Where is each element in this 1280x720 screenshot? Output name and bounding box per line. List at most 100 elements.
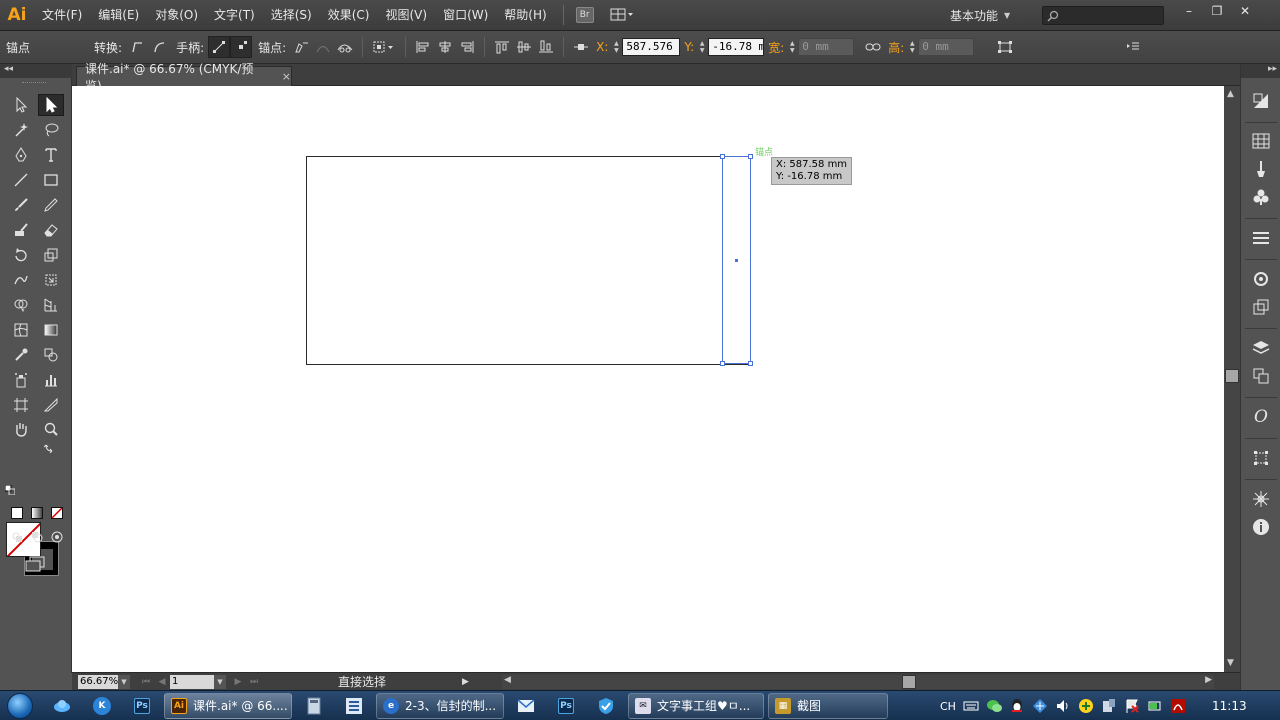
panel-grip[interactable] — [22, 82, 46, 85]
help-search-input[interactable] — [1042, 6, 1164, 25]
artboards-panel-icon[interactable] — [1250, 365, 1272, 387]
flag-icon[interactable] — [1124, 698, 1140, 714]
qq-icon[interactable] — [1009, 698, 1025, 714]
hide-handles-button[interactable] — [230, 36, 253, 58]
align-left-button[interactable] — [412, 36, 434, 58]
character-panel-icon[interactable]: O — [1250, 406, 1272, 428]
gradient-tool[interactable] — [38, 319, 64, 341]
align-vcenter-button[interactable] — [513, 36, 535, 58]
rotate-tool[interactable] — [8, 244, 34, 266]
cut-path-button[interactable] — [334, 36, 356, 58]
remove-anchor-button[interactable] — [290, 36, 312, 58]
perspective-grid-tool[interactable] — [38, 294, 64, 316]
menu-effect[interactable]: 效果(C) — [320, 0, 378, 31]
menu-select[interactable]: 选择(S) — [263, 0, 320, 31]
bridge-button[interactable]: Br — [575, 7, 594, 23]
prev-artboard-icon[interactable]: ◀ — [154, 677, 170, 687]
anchor-point[interactable] — [720, 361, 725, 366]
menu-file[interactable]: 文件(F) — [34, 0, 90, 31]
free-transform-tool[interactable] — [38, 269, 64, 291]
navigator-panel-icon[interactable] — [1250, 488, 1272, 510]
screen-mode-button[interactable] — [22, 554, 48, 574]
isolate-button[interactable] — [369, 36, 399, 58]
menu-type[interactable]: 文字(T) — [206, 0, 263, 31]
zoom-field[interactable]: 66.67% — [78, 674, 118, 689]
volume-icon[interactable] — [1055, 698, 1071, 714]
direct-selection-tool[interactable] — [38, 94, 64, 116]
magic-wand-tool[interactable] — [8, 119, 34, 141]
taskbar-pin-browser[interactable] — [44, 692, 80, 720]
layers-panel-icon[interactable] — [1250, 337, 1272, 359]
info-panel-icon[interactable] — [1250, 516, 1272, 538]
chevron-down-icon[interactable]: ▼ — [118, 674, 130, 689]
clock[interactable]: 11:13 — [1212, 691, 1247, 720]
align-bottom-button[interactable] — [535, 36, 557, 58]
brushes-panel-icon[interactable] — [1250, 158, 1272, 180]
appearance-panel-icon[interactable] — [1250, 268, 1272, 290]
scroll-right-icon[interactable]: ▶ — [1205, 675, 1212, 685]
taskbar-pin-photoshop[interactable]: Ps — [124, 692, 160, 720]
taskbar-task-chat[interactable]: ✉ 文字事工组♥ㅁ... — [628, 692, 764, 719]
symbol-sprayer-tool[interactable] — [8, 369, 34, 391]
tools-collapse-bar[interactable]: ◂◂ — [0, 64, 72, 78]
symbols-panel-icon[interactable] — [1250, 186, 1272, 208]
draw-inside-button[interactable] — [48, 529, 66, 545]
acrobat-icon[interactable] — [1170, 698, 1186, 714]
graphic-styles-panel-icon[interactable] — [1250, 296, 1272, 318]
transform-panel-button[interactable] — [994, 36, 1016, 58]
scroll-thumb[interactable] — [1225, 369, 1239, 383]
y-coordinate-field[interactable]: -16.78 mm — [708, 38, 765, 56]
paintbrush-tool[interactable] — [8, 194, 34, 216]
last-artboard-icon[interactable]: ⏭ — [246, 677, 262, 687]
close-button[interactable]: ✕ — [1231, 0, 1259, 22]
hand-tool[interactable] — [8, 418, 34, 440]
taskbar-task-browser[interactable]: e 2-3、信封的制... — [376, 692, 504, 719]
connect-anchors-button[interactable] — [312, 36, 334, 58]
align-top-button[interactable] — [491, 36, 513, 58]
eyedropper-tool[interactable] — [8, 344, 34, 366]
document-tab[interactable]: 课件.ai* @ 66.67% (CMYK/预览) × — [76, 62, 292, 93]
rectangle-tool[interactable] — [38, 169, 64, 191]
taskbar-pin-calculator[interactable] — [296, 692, 332, 720]
column-graph-tool[interactable] — [38, 369, 64, 391]
taskbar-task-illustrator[interactable]: Ai 课件.ai* @ 66.... — [164, 692, 292, 719]
color-mode-button[interactable] — [8, 504, 26, 522]
taskbar-pin-k[interactable]: K — [84, 692, 120, 720]
chevron-down-icon[interactable]: ▼ — [214, 674, 226, 689]
blob-brush-tool[interactable] — [8, 219, 34, 241]
canvas[interactable]: 锚点 X: 587.58 mm Y: -16.78 mm — [72, 86, 1224, 672]
zoom-tool[interactable] — [38, 418, 64, 440]
anchor-point[interactable] — [748, 154, 753, 159]
menu-edit[interactable]: 编辑(E) — [90, 0, 147, 31]
workspace-switcher[interactable]: 基本功能 ▼ — [950, 0, 1010, 31]
slice-tool[interactable] — [38, 394, 64, 416]
scale-tool[interactable] — [38, 244, 64, 266]
taskbar-pin-list[interactable] — [336, 692, 372, 720]
add-icon[interactable] — [1078, 698, 1094, 714]
pen-tool[interactable] — [8, 144, 34, 166]
none-mode-button[interactable] — [48, 504, 66, 522]
scroll-left-icon[interactable]: ◀ — [504, 675, 511, 685]
wechat-icon[interactable] — [986, 698, 1002, 714]
scroll-up-icon[interactable]: ▲ — [1227, 89, 1234, 99]
vertical-scrollbar[interactable]: ▲ ▼ — [1224, 86, 1240, 672]
align-hcenter-button[interactable] — [434, 36, 456, 58]
scroll-thumb[interactable] — [902, 675, 916, 689]
arrange-documents-button[interactable] — [608, 6, 636, 24]
mesh-tool[interactable] — [8, 319, 34, 341]
menu-window[interactable]: 窗口(W) — [435, 0, 496, 31]
battery-icon[interactable] — [1147, 698, 1163, 714]
ime-indicator[interactable]: CH — [940, 700, 956, 713]
transform-reference-button[interactable] — [570, 36, 592, 58]
align-right-button[interactable] — [456, 36, 478, 58]
current-tool-status[interactable]: 直接选择 — [262, 673, 462, 690]
menu-object[interactable]: 对象(O) — [147, 0, 206, 31]
show-handles-button[interactable] — [208, 36, 231, 58]
pencil-tool[interactable] — [38, 194, 64, 216]
swap-fill-stroke-button[interactable] — [42, 440, 58, 454]
start-button[interactable] — [0, 691, 40, 720]
taskbar-pin-photoshop-2[interactable]: Ps — [548, 692, 584, 720]
artboard-tool[interactable] — [8, 394, 34, 416]
blend-tool[interactable] — [38, 344, 64, 366]
draw-behind-button[interactable] — [28, 529, 46, 545]
